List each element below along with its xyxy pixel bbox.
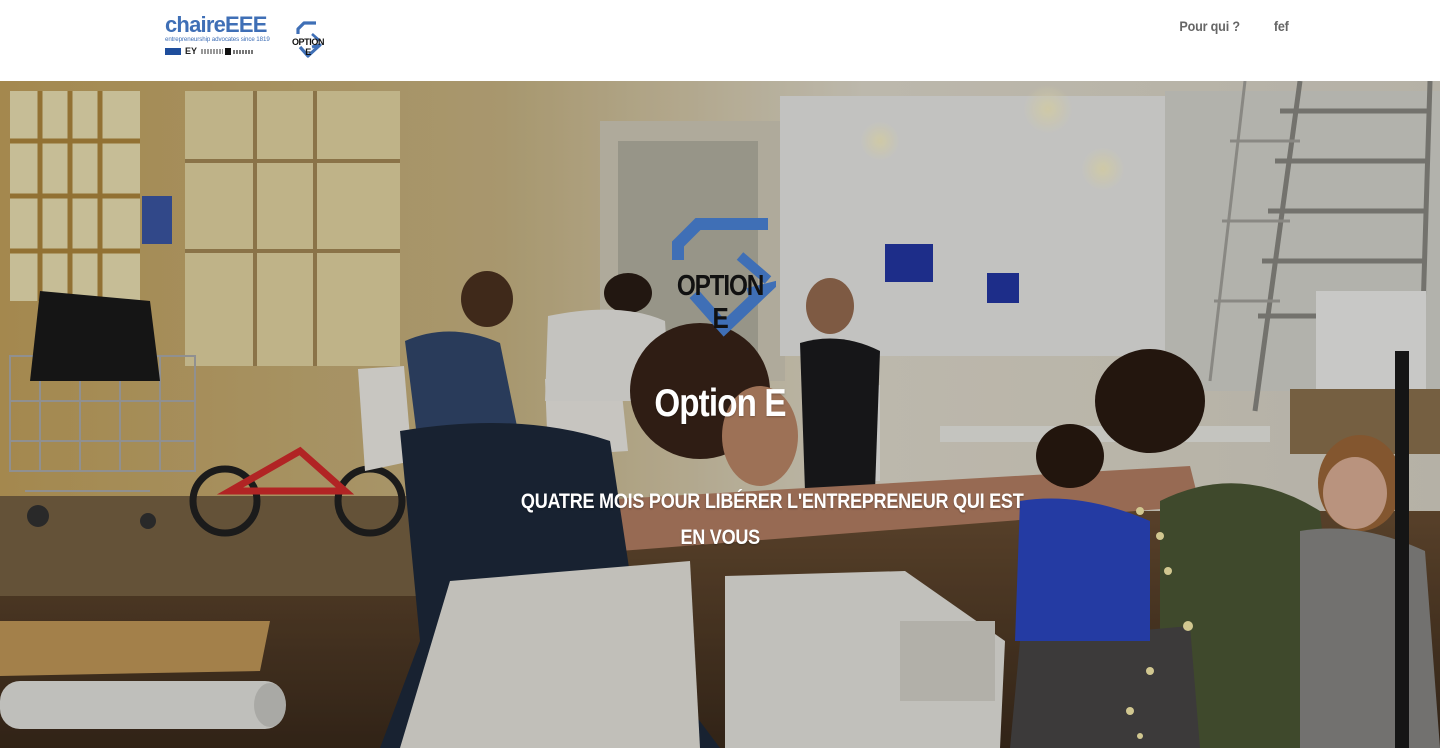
sponsor-ey: EY bbox=[185, 46, 198, 56]
nav-pour-qui[interactable]: Pour qui ? bbox=[1180, 16, 1241, 36]
main-nav: Pour qui ? fef bbox=[1176, 16, 1290, 36]
nav-fef[interactable]: fef bbox=[1274, 16, 1289, 36]
option-e-logo-text: OPTION E bbox=[291, 37, 325, 57]
option-e-logo-link[interactable]: OPTION E bbox=[290, 20, 326, 60]
hero-title: Option E bbox=[654, 382, 786, 425]
brand-tagline: entrepreneurship advocates since 1819 bbox=[165, 36, 270, 43]
hero-subtitle-line-1: QUATRE MOIS POUR LIBÉRER L'ENTREPRENEUR … bbox=[520, 490, 1024, 513]
brand-name: chaireEEE bbox=[165, 12, 267, 37]
sponsor-mark bbox=[225, 48, 231, 55]
hero-logo-text: OPTION E bbox=[676, 270, 765, 335]
sponsor-fine-print bbox=[233, 50, 253, 54]
sponsor-fine-print bbox=[201, 49, 223, 54]
sponsor-logos: EY bbox=[165, 47, 257, 57]
sponsor-mark bbox=[165, 48, 181, 55]
hero-section: OPTION E Option E QUATRE MOIS POUR LIBÉR… bbox=[0, 81, 1440, 748]
chaire-eee-logo[interactable]: chaireEEE entrepreneurship advocates sin… bbox=[165, 12, 270, 60]
hero-subtitle-line-2: EN VOUS bbox=[680, 526, 760, 549]
hero-subtitle: QUATRE MOIS POUR LIBÉRER L'ENTREPRENEUR … bbox=[480, 484, 1024, 556]
hero-option-e-logo: OPTION E bbox=[664, 218, 785, 340]
site-header: chaireEEE entrepreneurship advocates sin… bbox=[0, 0, 1440, 81]
